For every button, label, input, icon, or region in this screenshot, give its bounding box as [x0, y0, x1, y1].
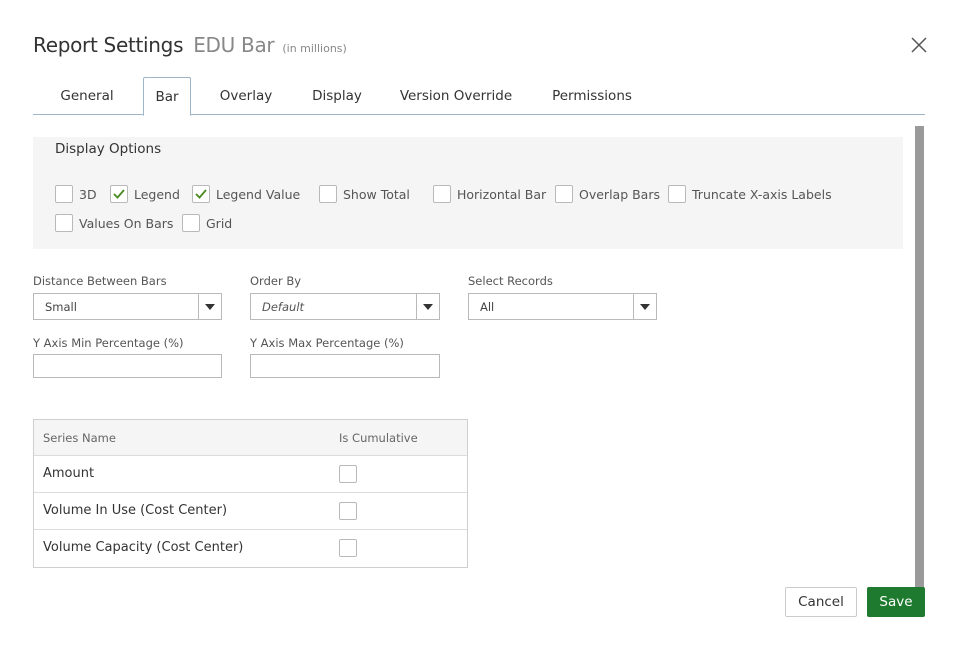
is-cumulative-checkbox[interactable]	[339, 502, 357, 520]
option-legend-label: Legend	[134, 186, 180, 202]
series-name-cell: Volume In Use (Cost Center)	[43, 503, 228, 518]
distance-between-bars-label: Distance Between Bars	[33, 274, 167, 288]
checkbox-horizontal-bar[interactable]	[433, 185, 451, 203]
series-name-cell: Amount	[43, 466, 95, 481]
tab-bar-settings[interactable]: Bar	[143, 77, 191, 116]
option-legend-value[interactable]: Legend Value	[192, 185, 300, 203]
caret-down-icon	[423, 303, 433, 310]
tab-version-override[interactable]: Version Override	[393, 77, 519, 115]
option-values-on-bars[interactable]: Values On Bars	[55, 214, 173, 232]
order-by-select[interactable]: Default	[250, 293, 440, 320]
checkbox-overlap-bars[interactable]	[555, 185, 573, 203]
close-button[interactable]	[908, 34, 930, 56]
dialog-title: Report Settings	[33, 33, 184, 57]
order-by-label: Order By	[250, 274, 302, 288]
option-grid[interactable]: Grid	[182, 214, 232, 232]
option-horizontal-bar[interactable]: Horizontal Bar	[433, 185, 546, 203]
option-3d[interactable]: 3D	[55, 185, 97, 203]
table-row: Volume Capacity (Cost Center)	[34, 530, 467, 567]
option-3d-label: 3D	[79, 186, 97, 202]
series-table: Series Name Is Cumulative Amount Volume …	[33, 419, 468, 568]
option-show-total-label: Show Total	[343, 186, 410, 202]
checkbox-legend-value[interactable]	[192, 185, 210, 203]
checkbox-show-total[interactable]	[319, 185, 337, 203]
cancel-button[interactable]: Cancel	[785, 587, 857, 617]
close-icon	[911, 37, 927, 53]
checkmark-icon	[195, 189, 207, 199]
select-records-select[interactable]: All	[468, 293, 657, 320]
series-name-cell: Volume Capacity (Cost Center)	[43, 540, 244, 555]
option-values-on-bars-label: Values On Bars	[79, 215, 174, 231]
checkbox-legend[interactable]	[110, 185, 128, 203]
display-options-panel: Display Options 3D Legend Legend Value S…	[33, 137, 903, 249]
unit-note: (in millions)	[282, 42, 347, 55]
display-options-title: Display Options	[55, 141, 162, 157]
option-grid-label: Grid	[206, 215, 233, 231]
checkbox-3d[interactable]	[55, 185, 73, 203]
tab-display[interactable]: Display	[299, 77, 375, 115]
table-header-row: Series Name Is Cumulative	[34, 420, 467, 456]
save-button[interactable]: Save	[867, 587, 925, 617]
y-axis-min-input[interactable]	[33, 354, 222, 378]
option-show-total[interactable]: Show Total	[319, 185, 410, 203]
report-name: EDU Bar	[193, 33, 275, 57]
y-axis-min-label: Y Axis Min Percentage (%)	[33, 336, 184, 350]
caret-down-icon	[640, 303, 650, 310]
option-legend-value-label: Legend Value	[216, 186, 301, 202]
is-cumulative-checkbox[interactable]	[339, 539, 357, 557]
dropdown-button[interactable]	[416, 294, 439, 319]
tab-permissions[interactable]: Permissions	[541, 77, 643, 115]
select-records-label: Select Records	[468, 274, 553, 288]
column-header-is-cumulative: Is Cumulative	[339, 431, 418, 445]
dialog-header: Report Settings EDU Bar (in millions)	[33, 33, 347, 63]
option-overlap-bars[interactable]: Overlap Bars	[555, 185, 660, 203]
table-row: Amount	[34, 456, 467, 493]
checkbox-values-on-bars[interactable]	[55, 214, 73, 232]
checkbox-truncate-x-axis[interactable]	[668, 185, 686, 203]
option-truncate-x-axis[interactable]: Truncate X-axis Labels	[668, 185, 832, 203]
distance-between-bars-select[interactable]: Small	[33, 293, 222, 320]
caret-down-icon	[205, 303, 215, 310]
checkbox-grid[interactable]	[182, 214, 200, 232]
option-truncate-x-axis-label: Truncate X-axis Labels	[692, 186, 832, 202]
y-axis-max-input[interactable]	[250, 354, 440, 378]
option-horizontal-bar-label: Horizontal Bar	[457, 186, 547, 202]
tab-bar: General Bar Overlay Display Version Over…	[33, 77, 925, 116]
option-overlap-bars-label: Overlap Bars	[579, 186, 660, 202]
distance-between-bars-value: Small	[45, 300, 77, 314]
vertical-scrollbar[interactable]	[915, 126, 924, 598]
dropdown-button[interactable]	[633, 294, 656, 319]
column-header-series-name: Series Name	[43, 431, 116, 445]
tab-overlay[interactable]: Overlay	[209, 77, 283, 115]
y-axis-max-label: Y Axis Max Percentage (%)	[250, 336, 404, 350]
is-cumulative-checkbox[interactable]	[339, 465, 357, 483]
table-row: Volume In Use (Cost Center)	[34, 493, 467, 530]
order-by-value: Default	[262, 300, 305, 314]
select-records-value: All	[480, 300, 495, 314]
tab-general[interactable]: General	[45, 77, 129, 115]
dropdown-button[interactable]	[198, 294, 221, 319]
checkmark-icon	[113, 189, 125, 199]
option-legend[interactable]: Legend	[110, 185, 180, 203]
